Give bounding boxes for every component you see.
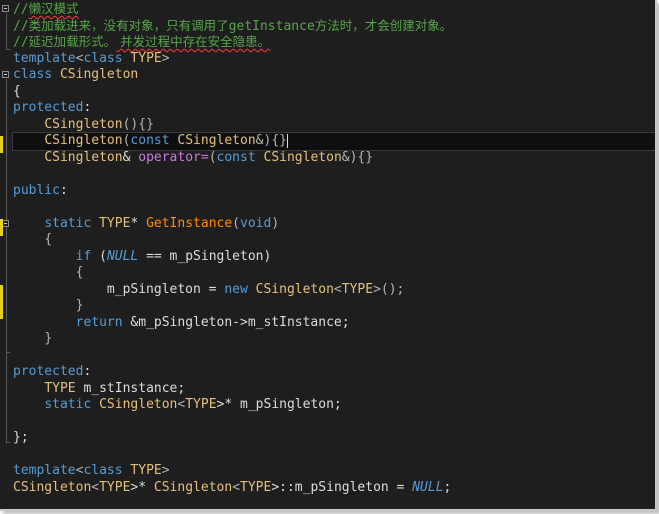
code-area[interactable]: //懒汉模式 //类加载进来，没有对象，只有调用了getInstance方法时，…	[12, 1, 655, 496]
change-marker	[0, 285, 3, 319]
outline-guide-end	[6, 352, 10, 353]
code-line: template<class TYPE>	[13, 50, 170, 66]
code-line: class CSingleton	[13, 67, 139, 82]
code-editor[interactable]: //懒汉模式 //类加载进来，没有对象，只有调用了getInstance方法时，…	[0, 0, 657, 511]
code-line: public:	[13, 182, 68, 198]
code-line: //延迟加载形式。 并发过程中存在安全隐患。	[13, 34, 271, 50]
code-line: CSingleton& operator=(const CSingleton&)…	[44, 149, 374, 165]
outline-guide	[6, 79, 7, 442]
collapse-comment-icon[interactable]	[2, 5, 9, 12]
collapse-function-icon[interactable]	[2, 220, 9, 227]
code-line: {	[13, 83, 21, 99]
change-marker	[0, 136, 3, 153]
code-line: if (NULL == m_pSingleton)	[75, 248, 272, 264]
code-line: }	[75, 298, 84, 313]
code-line: m_pSingleton = new CSingleton<TYPE>();	[13, 281, 405, 297]
code-line: protected:	[13, 100, 92, 115]
collapse-class-icon[interactable]	[2, 71, 9, 78]
outline-guide-end	[6, 442, 10, 443]
text-cursor	[286, 133, 288, 148]
outline-guide-end	[6, 49, 10, 50]
code-line: static TYPE* GetInstance(void)	[44, 215, 280, 231]
code-line: CSingleton<TYPE>* CSingleton<TYPE>::m_pS…	[13, 479, 452, 495]
code-line: };	[13, 430, 29, 445]
code-line: protected:	[13, 364, 92, 379]
code-line: }	[44, 331, 53, 346]
code-line-current: CSingleton(const CSingleton&){}	[12, 132, 655, 151]
code-line: template<class TYPE>	[13, 463, 170, 478]
code-line: return &m_pSingleton->m_stInstance;	[75, 314, 350, 330]
code-line: CSingleton(){}	[44, 116, 154, 132]
code-line: TYPE m_stInstance;	[44, 380, 186, 396]
code-line: static CSingleton<TYPE>* m_pSingleton;	[44, 397, 342, 412]
outline-guide	[6, 13, 7, 49]
code-line: //懒汉模式	[13, 1, 79, 17]
code-line: {	[44, 232, 53, 247]
outline-gutter	[0, 0, 12, 509]
code-line: {	[75, 265, 84, 280]
code-line: //类加载进来，没有对象，只有调用了getInstance方法时，才会创建对象。	[13, 17, 453, 34]
change-marker	[0, 219, 3, 236]
